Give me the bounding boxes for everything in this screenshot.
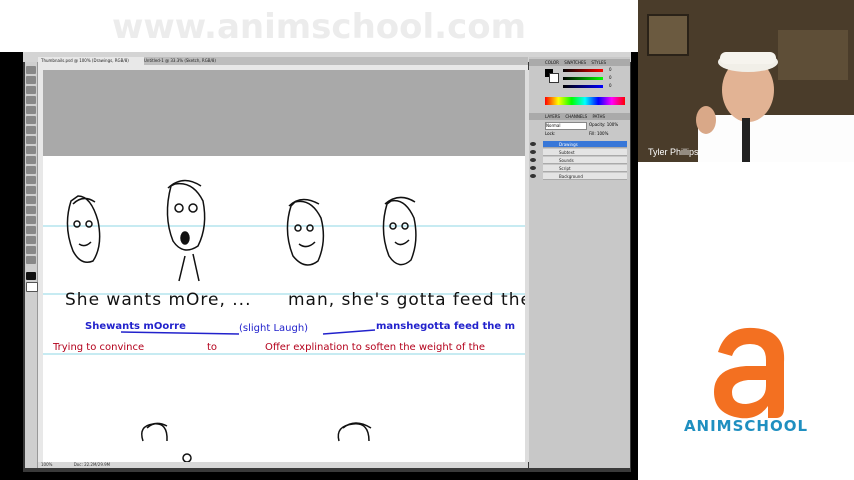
hand-tool-icon[interactable] bbox=[26, 246, 36, 254]
shape-tool-icon[interactable] bbox=[26, 236, 36, 244]
dialogue-line-2: man, she's gotta feed the bbox=[288, 290, 525, 310]
layer-sounds[interactable]: Sounds bbox=[530, 157, 627, 164]
animschool-brand-text: ANIMSCHOOL bbox=[683, 417, 809, 435]
webcam-video bbox=[638, 0, 854, 162]
panels-dock: COLOR SWATCHES STYLES 0 0 0 LAYERS CHANN… bbox=[529, 57, 630, 468]
tools-panel bbox=[25, 62, 38, 468]
visibility-eye-icon[interactable] bbox=[530, 158, 536, 162]
lock-label: Lock: bbox=[545, 131, 556, 136]
background-color-swatch[interactable] bbox=[26, 282, 38, 292]
animschool-logo-icon bbox=[714, 327, 785, 419]
move-tool-icon[interactable] bbox=[26, 66, 36, 74]
blue-slider[interactable] bbox=[563, 85, 603, 88]
document-canvas[interactable]: She wants mOre, ... man, she's gotta fee… bbox=[43, 156, 525, 462]
crop-tool-icon[interactable] bbox=[26, 106, 36, 114]
subtext-annotation-2: to bbox=[207, 342, 218, 353]
green-slider[interactable] bbox=[563, 77, 603, 80]
history-brush-tool-icon[interactable] bbox=[26, 156, 36, 164]
path-select-tool-icon[interactable] bbox=[26, 226, 36, 234]
background-swatch[interactable] bbox=[549, 73, 559, 83]
presenter-name-label: Tyler Phillips bbox=[648, 147, 699, 157]
layer-script[interactable]: Script bbox=[530, 165, 627, 172]
tab-paths[interactable]: PATHS bbox=[592, 114, 605, 119]
fill-field[interactable]: Fill: 100% bbox=[589, 131, 608, 136]
foreground-color-swatch[interactable] bbox=[26, 272, 36, 280]
visibility-eye-icon[interactable] bbox=[530, 174, 536, 178]
presenter-video-frame bbox=[638, 0, 854, 162]
dialogue-line-1: She wants mOre, ... bbox=[65, 290, 252, 310]
marquee-tool-icon[interactable] bbox=[26, 76, 36, 84]
document-tabs: Thumbnails.psd @ 100% (Drawings, RGB/8) … bbox=[38, 57, 528, 65]
visibility-eye-icon[interactable] bbox=[530, 142, 536, 146]
color-panel-tabs[interactable]: COLOR SWATCHES STYLES bbox=[529, 59, 630, 66]
subtext-annotation-1: Trying to convince bbox=[53, 342, 145, 353]
wand-tool-icon[interactable] bbox=[26, 96, 36, 104]
tab-channels[interactable]: CHANNELS bbox=[565, 114, 587, 119]
sound-annotation-3: manshegotta feed the m bbox=[376, 321, 516, 332]
stamp-tool-icon[interactable] bbox=[26, 146, 36, 154]
tab-styles[interactable]: STYLES bbox=[591, 60, 606, 65]
pen-tool-icon[interactable] bbox=[26, 206, 36, 214]
dodge-tool-icon[interactable] bbox=[26, 196, 36, 204]
layer-subtext[interactable]: Subtext bbox=[530, 149, 627, 156]
green-value[interactable]: 0 bbox=[609, 75, 612, 80]
layers-panel-tabs[interactable]: LAYERS CHANNELS PATHS bbox=[529, 113, 630, 120]
color-spectrum[interactable] bbox=[545, 97, 625, 105]
sound-annotation-2: (slight Laugh) bbox=[239, 323, 309, 334]
layer-background[interactable]: Background bbox=[530, 173, 627, 180]
blur-tool-icon[interactable] bbox=[26, 186, 36, 194]
red-slider[interactable] bbox=[563, 69, 603, 72]
tab-thumbnails[interactable]: Thumbnails.psd @ 100% (Drawings, RGB/8) bbox=[38, 57, 144, 65]
visibility-eye-icon[interactable] bbox=[530, 150, 536, 154]
layer-drawings[interactable]: Drawings bbox=[530, 141, 627, 148]
eyedropper-tool-icon[interactable] bbox=[26, 116, 36, 124]
type-tool-icon[interactable] bbox=[26, 216, 36, 224]
blend-mode-select[interactable]: Normal bbox=[545, 122, 587, 130]
brush-tool-icon[interactable] bbox=[26, 136, 36, 144]
tab-untitled[interactable]: Untitled-1 @ 33.3% (Sketch, RGB/8) bbox=[141, 57, 227, 65]
subtext-annotation-3: Offer explination to soften the weight o… bbox=[265, 342, 485, 353]
document-size: Doc: 22.2M/29.9M bbox=[73, 462, 111, 467]
sound-annotation-1: Shewants mOorre bbox=[85, 321, 186, 332]
tab-layers[interactable]: LAYERS bbox=[545, 114, 560, 119]
watermark-banner: www.animschool.com bbox=[0, 0, 638, 52]
status-bar: 100% Doc: 22.2M/29.9M bbox=[38, 462, 528, 468]
tab-color[interactable]: COLOR bbox=[545, 60, 559, 65]
lasso-tool-icon[interactable] bbox=[26, 86, 36, 94]
blue-value[interactable]: 0 bbox=[609, 83, 612, 88]
pasteboard-area bbox=[43, 70, 525, 156]
zoom-tool-icon[interactable] bbox=[26, 256, 36, 264]
heal-tool-icon[interactable] bbox=[26, 126, 36, 134]
opacity-field[interactable]: Opacity: 100% bbox=[589, 122, 618, 127]
eraser-tool-icon[interactable] bbox=[26, 166, 36, 174]
tab-swatches[interactable]: SWATCHES bbox=[564, 60, 586, 65]
visibility-eye-icon[interactable] bbox=[530, 166, 536, 170]
gradient-tool-icon[interactable] bbox=[26, 176, 36, 184]
zoom-level[interactable]: 100% bbox=[41, 462, 52, 467]
red-value[interactable]: 0 bbox=[609, 67, 612, 72]
